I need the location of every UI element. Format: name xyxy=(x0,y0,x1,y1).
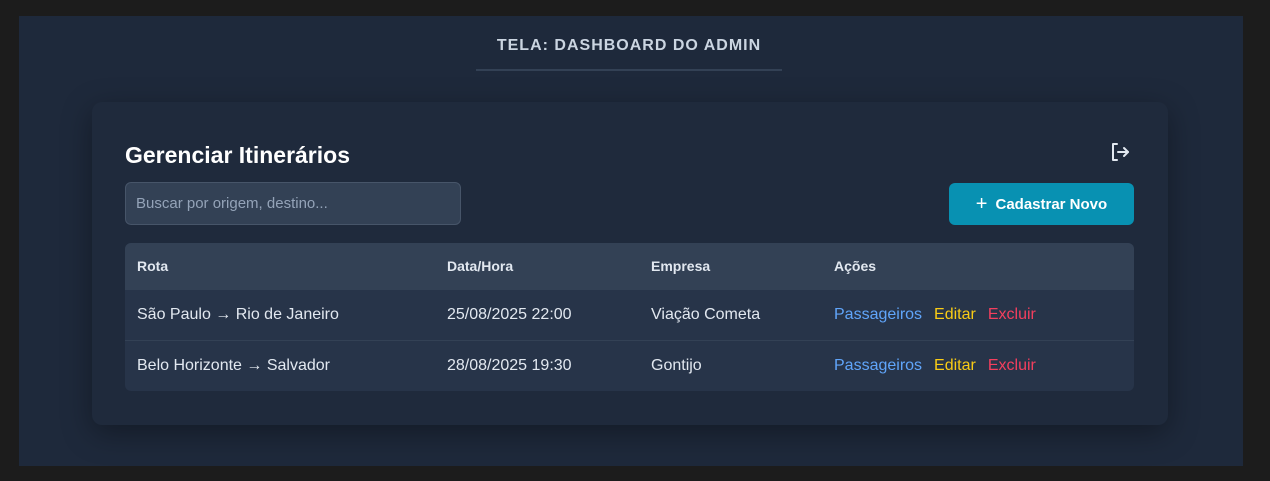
table-row: São Paulo → Rio de Janeiro 25/08/2025 22… xyxy=(125,289,1134,340)
cell-empresa: Gontijo xyxy=(651,357,702,374)
cell-rota: Belo Horizonte → Salvador xyxy=(137,357,330,374)
column-header-empresa: Empresa xyxy=(651,258,711,274)
itineraries-table: Rota Data/Hora Empresa Ações São Paulo →… xyxy=(125,243,1134,391)
itineraries-card: Gerenciar Itinerários + Cadastrar Novo R… xyxy=(92,102,1168,425)
cell-acoes: Passageiros Editar Excluir xyxy=(834,357,1036,375)
logout-icon[interactable] xyxy=(1108,140,1132,164)
column-header-acoes: Ações xyxy=(834,258,877,274)
column-header-rota: Rota xyxy=(137,258,169,274)
passengers-link[interactable]: Passageiros xyxy=(834,306,922,324)
edit-link[interactable]: Editar xyxy=(934,357,976,375)
delete-link[interactable]: Excluir xyxy=(988,306,1036,324)
search-input[interactable] xyxy=(125,182,461,225)
add-itinerary-label: Cadastrar Novo xyxy=(995,195,1108,213)
cell-data-hora: 25/08/2025 22:00 xyxy=(447,306,572,323)
app-frame: TELA: DASHBOARD DO ADMIN Gerenciar Itine… xyxy=(19,16,1243,466)
screen-title: TELA: DASHBOARD DO ADMIN xyxy=(496,37,762,54)
passengers-link[interactable]: Passageiros xyxy=(834,357,922,375)
cell-data-hora: 28/08/2025 19:30 xyxy=(447,357,572,374)
cell-empresa: Viação Cometa xyxy=(651,306,761,323)
page-title: Gerenciar Itinerários xyxy=(125,142,350,168)
title-divider xyxy=(476,69,782,71)
edit-link[interactable]: Editar xyxy=(934,306,976,324)
add-itinerary-button[interactable]: + Cadastrar Novo xyxy=(949,183,1134,225)
cell-acoes: Passageiros Editar Excluir xyxy=(834,306,1036,324)
column-header-data-hora: Data/Hora xyxy=(447,258,514,274)
cell-rota: São Paulo → Rio de Janeiro xyxy=(137,306,339,323)
table-header: Rota Data/Hora Empresa Ações xyxy=(125,243,1134,289)
plus-icon: + xyxy=(975,193,988,215)
table-row: Belo Horizonte → Salvador 28/08/2025 19:… xyxy=(125,340,1134,391)
delete-link[interactable]: Excluir xyxy=(988,357,1036,375)
